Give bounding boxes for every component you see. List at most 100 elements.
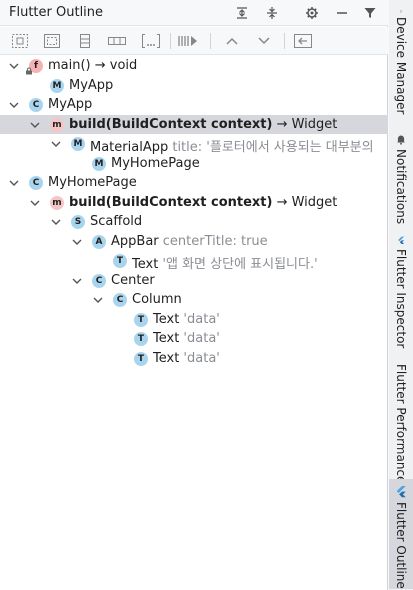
node-name: Scaffold [90, 214, 143, 229]
tree-node-label: MyApp [69, 78, 113, 93]
tool-tab-flutter-performance[interactable]: Flutter Performance [389, 354, 413, 483]
tool-tab-flutter-outline[interactable]: Flutter Outline [389, 479, 413, 589]
tree-node-label: MyHomePage [48, 175, 137, 190]
node-kind-icon: A [92, 234, 106, 249]
tree-node[interactable]: f main() → void [0, 56, 388, 76]
tree-node-label: Text 'data' [153, 312, 220, 327]
node-kind-icon: T [113, 254, 127, 268]
tree-node-label: build(BuildContext context) → Widget [69, 117, 337, 132]
node-name: build(BuildContext context) [69, 116, 273, 132]
tree-node-label: Scaffold [90, 214, 142, 229]
chevron-down-icon[interactable] [71, 236, 83, 248]
chevron-down-icon[interactable] [50, 138, 62, 150]
tool-window-sidebar: Device Manager Notifications Flutter Inspe… [389, 0, 413, 590]
move-down-icon[interactable] [252, 31, 276, 51]
tree-node[interactable]: T Text 'data' [0, 349, 388, 369]
chevron-down-icon[interactable] [92, 294, 104, 306]
wrap-container-icon[interactable] [139, 31, 163, 51]
tool-tab-label: Flutter Inspector [394, 248, 408, 348]
tree-node-label: Text 'data' [153, 351, 220, 366]
tool-tab-label: Flutter Outline [394, 502, 408, 589]
tree-node[interactable]: T Text 'data' [0, 329, 388, 349]
move-up-icon[interactable] [220, 31, 244, 51]
node-kind-icon: C [29, 176, 43, 190]
widget-actions-toolbar [0, 27, 388, 55]
collapse-all-icon[interactable] [262, 3, 282, 23]
node-name: AppBar [111, 233, 159, 249]
tree-node[interactable]: m build(BuildContext context) → Widget [0, 114, 388, 134]
node-attributes: 'data' [179, 350, 220, 366]
tool-tab-label: Device Manager [394, 16, 408, 114]
node-kind-icon: T [134, 312, 148, 327]
tree-node-label: MaterialApp title: '플로터에서 사용되는 대부분의 [90, 136, 374, 155]
node-attributes: centerTitle: true [158, 233, 268, 249]
node-attributes: 'data' [179, 331, 220, 346]
tool-tab-flutter-inspector[interactable]: Flutter Inspector [389, 230, 413, 348]
tree-node[interactable]: m build(BuildContext context) → Widget [0, 193, 388, 213]
private-lock-icon [26, 67, 32, 75]
wrap-row-icon[interactable] [105, 31, 129, 51]
node-kind-icon: M [50, 78, 64, 93]
device-icon [400, 10, 402, 13]
tree-node[interactable]: S Scaffold [0, 212, 388, 232]
tree-node[interactable]: M MyApp [0, 76, 388, 96]
wrap-padding-icon[interactable] [40, 31, 64, 51]
node-return-type: → Widget [272, 116, 338, 132]
tree-node[interactable]: M MaterialApp title: '플로터에서 사용되는 대부분의 [0, 134, 388, 155]
bell-icon [397, 135, 405, 145]
tool-tab-label: Flutter Performance [394, 364, 408, 484]
tree-node-label: Column [132, 292, 182, 307]
node-kind-icon: M [92, 156, 106, 171]
tree-node[interactable]: M MyHomePage [0, 154, 388, 174]
node-name: MyHomePage [48, 175, 137, 190]
node-attributes: 'data' [179, 311, 220, 327]
tree-node[interactable]: A AppBar centerTitle: true [0, 232, 388, 252]
tool-tab-device-manager[interactable]: Device Manager [389, 4, 413, 114]
node-name: MyApp [48, 97, 93, 112]
tree-node-label: Text '앱 화면 상단에 표시됩니다.' [132, 253, 318, 272]
chevron-down-icon[interactable] [71, 275, 83, 287]
chevron-down-icon[interactable] [8, 177, 20, 189]
tool-tab-label: Notifications [394, 148, 408, 224]
flutter-outline-panel: Flutter Outline f main() → void M MyApp … [0, 0, 388, 590]
tree-node[interactable]: C Center [0, 271, 388, 291]
tree-node-label: Text 'data' [153, 331, 220, 346]
node-kind-icon: C [113, 293, 127, 307]
flutter-icon [396, 485, 406, 498]
chevron-down-icon[interactable] [29, 197, 41, 209]
tree-node-label: AppBar centerTitle: true [111, 234, 268, 249]
wrap-stream-builder-icon[interactable] [176, 31, 200, 51]
tree-node[interactable]: C Column [0, 290, 388, 310]
flutter-icon [398, 236, 405, 245]
remove-widget-icon[interactable] [291, 31, 315, 51]
expand-all-icon[interactable] [232, 3, 252, 23]
chevron-down-icon[interactable] [50, 216, 62, 228]
node-kind-icon: C [92, 273, 106, 288]
tree-node-label: MyApp [48, 97, 92, 112]
node-kind-icon: m [50, 117, 64, 132]
wrap-center-icon[interactable] [8, 31, 32, 51]
tool-tab-notifications[interactable]: Notifications [389, 128, 413, 224]
node-name: build(BuildContext context) [69, 194, 273, 210]
node-name: MyHomePage [111, 155, 200, 171]
node-kind-icon: S [71, 215, 85, 229]
node-return-type: → Widget [272, 194, 338, 210]
chevron-down-icon[interactable] [8, 99, 20, 111]
tree-node[interactable]: C MyHomePage [0, 173, 388, 193]
tree-node[interactable]: T Text '앱 화면 상단에 표시됩니다.' [0, 251, 388, 272]
node-kind-icon: M [71, 137, 85, 151]
node-kind-icon: C [29, 98, 43, 112]
node-kind-icon: T [134, 332, 148, 346]
node-name: Column [132, 292, 182, 307]
minimize-icon[interactable] [332, 3, 352, 23]
chevron-down-icon[interactable] [8, 60, 20, 72]
panel-header: Flutter Outline [0, 0, 388, 26]
node-kind-icon: m [50, 195, 64, 210]
chevron-down-icon[interactable] [29, 119, 41, 131]
tree-node-label: MyHomePage [111, 156, 200, 171]
wrap-column-icon[interactable] [73, 31, 97, 51]
gear-icon[interactable] [302, 3, 322, 23]
tree-node[interactable]: C MyApp [0, 95, 388, 115]
tree-node[interactable]: T Text 'data' [0, 310, 388, 330]
filter-icon[interactable] [360, 3, 380, 23]
